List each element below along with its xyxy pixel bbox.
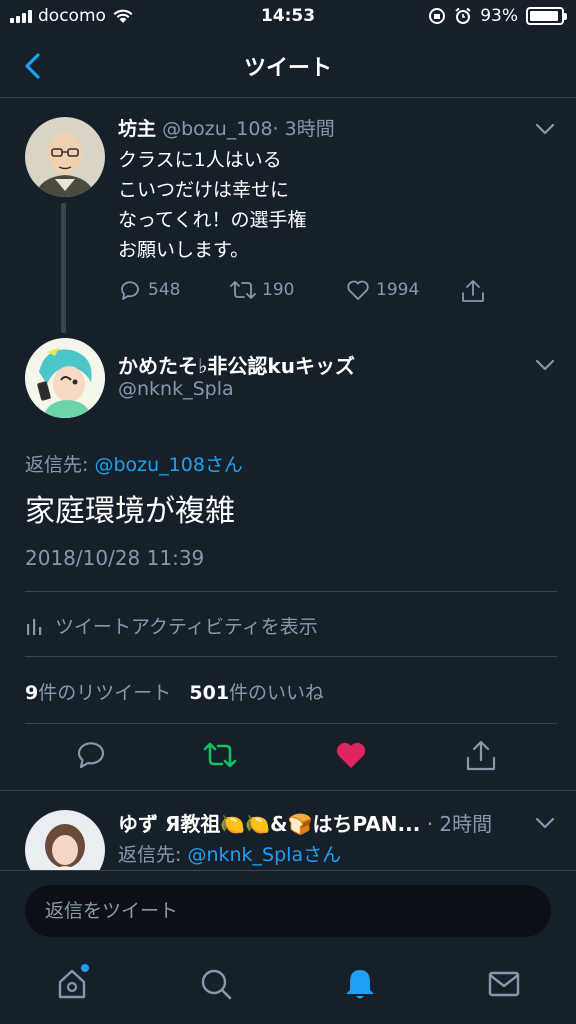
likes-label: 件のいいね: [229, 682, 325, 704]
reply-count: 548: [148, 280, 181, 300]
retweets-number: 9: [25, 682, 39, 704]
retweets-count-link[interactable]: 9件のリツイート: [25, 682, 171, 704]
tweet2-date: 2018/10/28 11:39: [25, 546, 205, 570]
share-button[interactable]: [460, 278, 486, 304]
search-icon[interactable]: [198, 966, 234, 1002]
page-title: ツイート: [243, 56, 332, 81]
tweet3-time: · 2時間: [426, 812, 493, 836]
retweet-icon: [230, 281, 256, 299]
reply-to: 返信先: @bozu_108さん: [25, 450, 243, 477]
tweet1-text: クラスに1人はいる こいつだけは幸せに なってくれ！の選手権 お願いします。: [118, 145, 306, 265]
like-count: 1994: [376, 280, 420, 300]
reply-to-handle[interactable]: @nknk_Splaさん: [187, 844, 341, 866]
reply-bar: [0, 870, 576, 952]
splatoon-avatar-image: [25, 338, 105, 418]
heart-icon: [347, 280, 369, 300]
likes-count-link[interactable]: 501件のいいね: [189, 682, 324, 704]
tweet1-handle[interactable]: @bozu_108: [162, 118, 272, 140]
bar-chart-icon: [27, 618, 42, 635]
tweet1-name[interactable]: 坊主: [118, 118, 156, 140]
like-button[interactable]: 1994: [346, 278, 419, 302]
notification-dot: [81, 964, 89, 972]
heart-filled-icon[interactable]: [334, 738, 368, 772]
tweet2-text: 家庭環境が複雑: [25, 494, 235, 529]
status-bar: docomo 14:53 93%: [0, 0, 576, 34]
tab-bar: [0, 952, 576, 1024]
tweet3-header: ゆず Я教祖🍋🍋&🍞はちPAN... · 2時間: [118, 808, 492, 837]
battery-icon: [526, 7, 567, 25]
tweet-activity-link[interactable]: ツイートアクティビティを表示: [25, 612, 318, 639]
reply-icon: [121, 281, 139, 300]
reply-icon[interactable]: [74, 738, 108, 772]
retweet-icon[interactable]: [203, 738, 237, 772]
avatar[interactable]: [25, 117, 105, 197]
battery-percent: 93%: [480, 6, 518, 26]
reply-button[interactable]: 548: [118, 278, 180, 302]
divider: [25, 591, 557, 592]
divider: [25, 656, 557, 657]
tweet2-name[interactable]: かめたそ♭非公認kuキッズ: [118, 350, 355, 379]
chevron-down-icon[interactable]: [534, 122, 556, 136]
tweet1-line: クラスに1人はいる: [118, 149, 282, 171]
tweet1-time: · 3時間: [272, 118, 335, 140]
tweet-activity-label: ツイートアクティビティを表示: [55, 616, 318, 638]
alarm-icon: [455, 7, 471, 24]
avatar[interactable]: [25, 338, 105, 418]
chevron-down-icon[interactable]: [534, 816, 556, 830]
tweet1-line: お願いします。: [118, 239, 250, 261]
engagement-counts: 9件のリツイート 501件のいいね: [25, 678, 324, 705]
orientation-lock-icon: [429, 8, 446, 24]
tweet3-name[interactable]: ゆず Я教祖🍋🍋&🍞はちPAN...: [118, 812, 420, 836]
reply-to-handle[interactable]: @bozu_108さん: [94, 454, 242, 476]
divider: [25, 723, 557, 724]
share-icon: [462, 280, 484, 302]
reply-to-label: 返信先:: [118, 844, 182, 866]
bell-icon[interactable]: [342, 966, 378, 1002]
reply-input[interactable]: [25, 885, 551, 937]
nav-header: ツイート: [0, 34, 576, 98]
tweet1-line: なってくれ！の選手権: [118, 209, 307, 231]
retweet-count: 190: [262, 280, 295, 300]
retweet-button[interactable]: 190: [230, 278, 294, 302]
tweet1-header: 坊主 @bozu_108· 3時間: [118, 114, 335, 141]
chevron-down-icon[interactable]: [534, 358, 556, 372]
thread-line: [61, 203, 66, 333]
status-right: 93%: [428, 6, 567, 26]
likes-number: 501: [189, 682, 230, 704]
monk-avatar-image: [25, 117, 105, 197]
divider: [0, 790, 576, 791]
tweet1-line: こいつだけは幸せに: [118, 179, 290, 201]
retweets-label: 件のリツイート: [38, 682, 172, 704]
tweet1-actions: 548 190 1994: [118, 278, 498, 306]
mail-icon[interactable]: [486, 966, 522, 1002]
tweet3-reply-to: 返信先: @nknk_Splaさん: [118, 840, 341, 867]
tweet2-handle[interactable]: @nknk_Spla: [118, 378, 234, 400]
reply-to-label: 返信先:: [25, 454, 89, 476]
share-icon[interactable]: [464, 738, 498, 772]
tweet2-actions: [0, 738, 576, 778]
